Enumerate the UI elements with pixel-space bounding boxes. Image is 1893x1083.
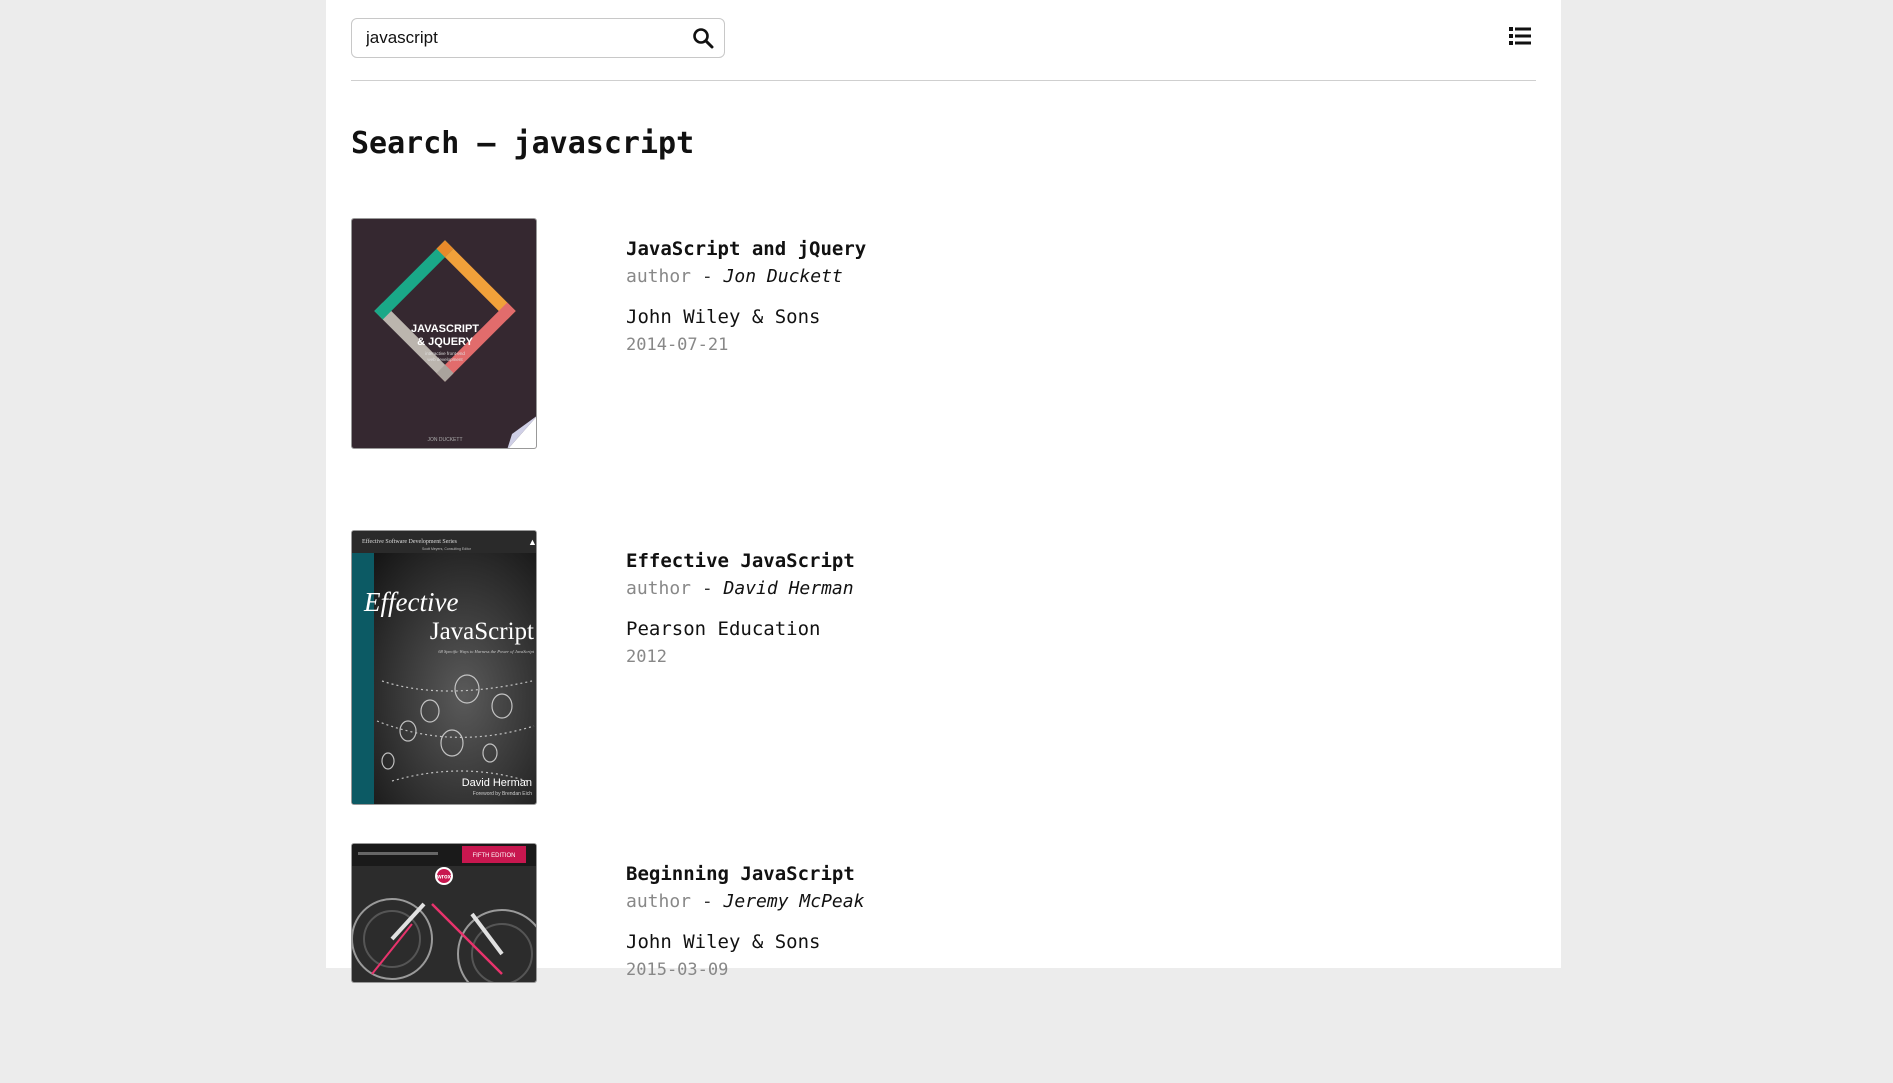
book-publisher: John Wiley & Sons xyxy=(626,931,821,953)
book-meta: Beginning JavaScript author - Jeremy McP… xyxy=(626,861,864,983)
search-icon xyxy=(693,28,714,49)
cover-text: web development xyxy=(427,357,463,362)
list-menu-button[interactable] xyxy=(1509,26,1533,48)
cover-text: & JQUERY xyxy=(417,336,473,348)
book-cover-image: FIFTH EDITION wrox xyxy=(352,844,536,982)
cover-text: Effective Software Development Series xyxy=(362,538,458,545)
book-publisher: Pearson Education xyxy=(626,618,821,640)
author-separator: - xyxy=(691,266,724,287)
book-date: 2012 xyxy=(626,647,667,667)
list-icon xyxy=(1509,27,1531,45)
book-cover-link[interactable]: FIFTH EDITION wrox xyxy=(351,843,537,983)
search-button[interactable] xyxy=(690,25,716,51)
book-publisher: John Wiley & Sons xyxy=(626,306,821,328)
publisher-logo: ▲ xyxy=(528,537,537,547)
book-date: 2014-07-21 xyxy=(626,335,729,355)
book-author[interactable]: David Herman xyxy=(724,578,854,599)
cover-text: JON DUCKETT xyxy=(428,437,463,443)
book-item: JAVASCRIPT & JQUERY interactive front-en… xyxy=(351,218,1251,458)
book-author[interactable]: Jeremy McPeak xyxy=(724,891,865,912)
book-item: Effective Software Development Series Sc… xyxy=(351,530,1251,805)
search-box xyxy=(351,18,725,58)
header-divider xyxy=(351,80,1536,81)
cover-text: 68 Specific Ways to Harness the Power of… xyxy=(438,649,534,654)
author-label: author xyxy=(626,578,692,599)
book-meta: JavaScript and jQuery author - Jon Ducke… xyxy=(626,236,866,358)
author-separator: - xyxy=(691,578,724,599)
book-author-line: author - Jon Duckett xyxy=(626,264,866,290)
book-item: FIFTH EDITION wrox Beginning JavaScript xyxy=(351,843,1251,1083)
cover-text: Foreword by Brendan Eich xyxy=(473,791,532,797)
cover-text: Effective xyxy=(363,587,458,617)
book-title[interactable]: Beginning JavaScript xyxy=(626,861,864,887)
author-separator: - xyxy=(691,891,724,912)
cover-text: David Herman xyxy=(462,777,532,789)
author-label: author xyxy=(626,266,692,287)
cover-text: JAVASCRIPT xyxy=(411,323,479,335)
book-title[interactable]: JavaScript and jQuery xyxy=(626,236,866,262)
book-cover-link[interactable]: Effective Software Development Series Sc… xyxy=(351,530,537,805)
cover-text: wrox xyxy=(436,875,452,881)
book-title[interactable]: Effective JavaScript xyxy=(626,548,855,574)
book-author-line: author - Jeremy McPeak xyxy=(626,889,864,915)
book-cover-image: JAVASCRIPT & JQUERY interactive front-en… xyxy=(352,219,536,448)
book-author[interactable]: Jon Duckett xyxy=(724,266,843,287)
page-container: Search — javascript JAVASCRIPT & JQUERY … xyxy=(326,0,1561,983)
cover-text: FIFTH EDITION xyxy=(473,853,516,859)
book-meta: Effective JavaScript author - David Herm… xyxy=(626,548,855,670)
search-input[interactable] xyxy=(366,19,686,57)
cover-text: JavaScript xyxy=(430,618,534,645)
page-title: Search — javascript xyxy=(351,126,695,161)
book-author-line: author - David Herman xyxy=(626,576,855,602)
cover-text: Scott Meyers, Consulting Editor xyxy=(422,547,472,551)
author-label: author xyxy=(626,891,692,912)
cover-text: interactive front-end xyxy=(425,351,465,356)
book-date: 2015-03-09 xyxy=(626,960,729,980)
book-cover-image: Effective Software Development Series Sc… xyxy=(352,531,537,804)
book-cover-link[interactable]: JAVASCRIPT & JQUERY interactive front-en… xyxy=(351,218,537,449)
